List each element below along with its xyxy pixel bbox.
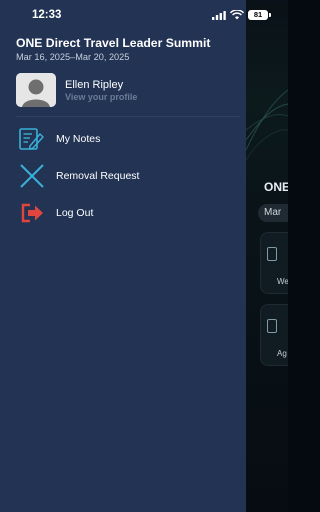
status-time: 12:33 bbox=[32, 9, 62, 21]
battery-cap-icon bbox=[269, 13, 271, 17]
event-dates: Mar 16, 2025–Mar 20, 2025 bbox=[16, 52, 130, 62]
background-card[interactable]: We bbox=[260, 232, 288, 294]
avatar-placeholder-icon bbox=[16, 73, 56, 107]
card-icon bbox=[267, 319, 277, 333]
menu-item-label: Removal Request bbox=[56, 170, 140, 182]
profile-row[interactable]: Ellen Ripley View your profile bbox=[16, 72, 238, 108]
battery-level: 81 bbox=[248, 10, 268, 20]
notes-icon bbox=[19, 128, 44, 150]
menu-item-log-out[interactable]: Log Out bbox=[16, 198, 238, 228]
status-bar: 12:33 81 bbox=[0, 0, 288, 30]
cellular-signal-icon bbox=[212, 11, 226, 20]
profile-name: Ellen Ripley bbox=[65, 79, 124, 91]
background-app: ONE Mar We Ag bbox=[246, 0, 288, 512]
background-glow-graphic bbox=[246, 89, 288, 161]
menu-item-my-notes[interactable]: My Notes bbox=[16, 124, 238, 154]
card-icon bbox=[267, 247, 277, 261]
background-title: ONE bbox=[264, 180, 288, 194]
wifi-icon bbox=[230, 10, 244, 20]
menu-item-label: My Notes bbox=[56, 133, 101, 145]
background-date-chip[interactable]: Mar bbox=[258, 204, 288, 222]
navigation-drawer: ONE Direct Travel Leader Summit Mar 16, … bbox=[0, 0, 246, 512]
close-x-icon bbox=[20, 164, 44, 188]
event-title: ONE Direct Travel Leader Summit bbox=[16, 36, 211, 50]
menu-item-label: Log Out bbox=[56, 207, 94, 219]
menu-item-removal-request[interactable]: Removal Request bbox=[16, 161, 238, 191]
background-card-label: Ag bbox=[277, 349, 287, 358]
background-card[interactable]: Ag bbox=[260, 304, 288, 366]
background-card-label: We bbox=[277, 277, 288, 286]
view-profile-link[interactable]: View your profile bbox=[65, 92, 137, 102]
avatar bbox=[16, 73, 56, 107]
logout-icon bbox=[21, 203, 43, 223]
divider bbox=[16, 116, 240, 117]
